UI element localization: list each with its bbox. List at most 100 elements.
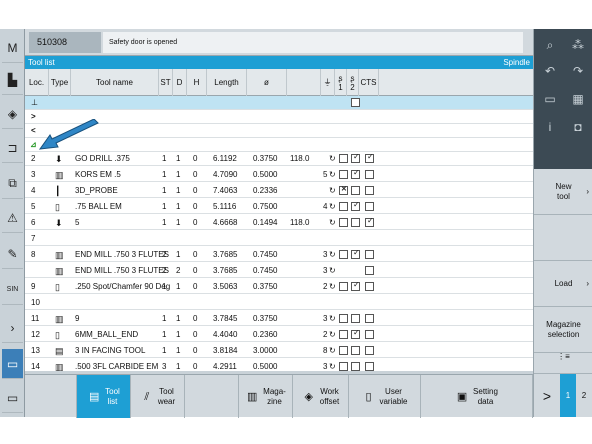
row-checkbox[interactable]: [351, 328, 360, 339]
chevron-right-icon: ›: [586, 278, 589, 288]
screenshot-icon[interactable]: ◘: [564, 113, 592, 141]
setting-data-button[interactable]: ▣ Setting data: [421, 375, 533, 418]
cts-checkbox[interactable]: [351, 98, 360, 107]
row-checkbox[interactable]: [365, 152, 374, 163]
row-checkbox[interactable]: [365, 314, 374, 323]
window-icon[interactable]: ▭: [536, 85, 564, 113]
row-checkbox[interactable]: [339, 314, 348, 323]
row-spindle-count: 3: [323, 362, 328, 371]
table-row[interactable]: 12 6MM_BALL_END 1 1 0 4.4040 0.2360 2 ▯ ↻: [25, 328, 533, 342]
row-length: 3.7685: [213, 266, 238, 275]
tool-list-button[interactable]: ▤ Tool list: [77, 375, 131, 418]
magazine-icon: ▥: [246, 390, 258, 403]
row-checkbox[interactable]: [365, 250, 374, 259]
table-row[interactable]: 3 KORS EM .5 1 1 0 4.7090 0.5000 5 ▥ ↻: [25, 168, 533, 182]
sort-button[interactable]: ⋮≡: [534, 341, 592, 374]
row-checkbox[interactable]: [339, 185, 348, 195]
row-checkbox[interactable]: [339, 218, 348, 227]
undo-icon[interactable]: ↶: [536, 57, 564, 85]
row-checkbox[interactable]: [351, 186, 360, 195]
row-checkbox[interactable]: [365, 362, 374, 371]
bracket-icon[interactable]: ⊐: [2, 133, 23, 163]
table-row[interactable]: 9.250 Spot/Chamfer 90 Deg 1 1 0 3.5063 0.3750…: [25, 280, 533, 294]
page-1-button[interactable]: 1: [560, 374, 576, 417]
row-checkbox[interactable]: [339, 346, 348, 355]
tool-wear-button[interactable]: ⫽ Tool wear: [131, 375, 185, 418]
row-checkbox[interactable]: [339, 250, 348, 259]
machine-icon[interactable]: M: [2, 33, 23, 63]
row-checkbox[interactable]: [351, 314, 360, 323]
new-tool-button[interactable]: New tool ›: [534, 169, 592, 215]
table-row[interactable]: 10: [25, 296, 533, 310]
col-spindle-2: ʂ2: [347, 69, 359, 96]
row-checkbox[interactable]: [339, 170, 348, 179]
warning-icon[interactable]: ⚠: [2, 203, 23, 233]
row-checkbox[interactable]: [351, 218, 360, 227]
row-diameter: 0.3750: [253, 314, 278, 323]
pattern-icon[interactable]: ⁂: [564, 31, 592, 59]
table-row[interactable]: 13 3 IN FACING TOOL 1 1 0 3.8184 3.0000 8 ▤ ↻: [25, 344, 533, 358]
chevron-icon[interactable]: ›: [2, 313, 23, 343]
redo-icon[interactable]: ↷: [564, 57, 592, 85]
table-row[interactable]: 8 END MILL .750 3 FLUTES 2 1 0 3.7685 0.7450 3 ▥…: [25, 248, 533, 262]
row-checkbox[interactable]: [339, 202, 348, 211]
work-offset-button[interactable]: ◈ Work offset: [293, 375, 349, 418]
row-checkbox[interactable]: [365, 282, 374, 291]
row-checkbox[interactable]: [351, 280, 360, 291]
row-checkbox[interactable]: [339, 362, 348, 371]
row-loc: 3: [31, 170, 36, 179]
row-loc: 9: [31, 282, 36, 291]
table-row[interactable]: 14.500 3FL CARBIDE EM 3 1 0 4.2911 0.5000 3 ▥ ↻: [25, 360, 533, 371]
window-icon[interactable]: ▭: [2, 349, 23, 379]
spindle-row[interactable]: ⊥: [25, 96, 533, 110]
magazine-button[interactable]: ▥ Maga- zine: [239, 375, 293, 418]
row-checkbox[interactable]: [365, 170, 374, 179]
table-row[interactable]: 2 GO DRILL .375 1 1 0 6.1192 0.3750 118.0 ⬇ ↻: [25, 152, 533, 166]
row-checkbox[interactable]: [351, 200, 360, 211]
row-checkbox[interactable]: [339, 154, 348, 163]
sinumerik-icon[interactable]: SIN: [2, 275, 23, 305]
row-checkbox[interactable]: [365, 330, 374, 339]
row-checkbox[interactable]: [351, 248, 360, 259]
row-checkbox[interactable]: [365, 216, 374, 227]
table-row[interactable]: 11 9 1 1 0 3.7845 0.3750 3 ▥ ↻: [25, 312, 533, 326]
wrench-icon[interactable]: ✎: [2, 239, 23, 269]
row-length: 3.7685: [213, 250, 238, 259]
program-icon[interactable]: ◈: [2, 99, 23, 129]
edit-icon[interactable]: ▙: [2, 65, 23, 95]
zoom-icon[interactable]: ⌕: [536, 31, 564, 59]
page-2-button[interactable]: 2: [576, 391, 592, 400]
row-checkbox[interactable]: [365, 266, 374, 275]
row-h: 0: [193, 202, 198, 211]
table-row[interactable]: END MILL .750 3 FLUTES 2 2 0 3.7685 0.7450 3 ▥ ↻: [25, 264, 533, 278]
rotation-icon: ↻: [329, 154, 336, 163]
table-row[interactable]: 4 3D_PROBE 1 1 0 7.4063 0.2336 ┃ ↻: [25, 184, 533, 198]
hsk-spacer: [25, 375, 77, 418]
row-checkbox[interactable]: [365, 202, 374, 211]
spindle-icon: ʂ: [338, 73, 343, 83]
table-row[interactable]: 6 5 1 1 0 4.6668 0.1494 118.0 ⬇ ↻: [25, 216, 533, 230]
row-checkbox[interactable]: [351, 168, 360, 179]
row-checkbox[interactable]: [339, 330, 348, 339]
row-checkbox[interactable]: [365, 346, 374, 355]
row-checkbox[interactable]: [351, 362, 360, 371]
sort-icon: ⋮≡: [557, 352, 570, 361]
load-button[interactable]: Load ›: [534, 261, 592, 307]
user-variable-button[interactable]: ▯ User variable: [349, 375, 421, 418]
row-tool-name: 6MM_BALL_END: [75, 330, 139, 339]
vsk-empty-1[interactable]: [534, 215, 592, 261]
empty-softkey[interactable]: [185, 375, 239, 418]
table-row[interactable]: 5 .75 BALL EM 1 1 0 5.1116 0.7500 4 ▯ ↻: [25, 200, 533, 214]
window2-icon[interactable]: ▭: [2, 383, 23, 413]
copy-icon[interactable]: ⧉: [2, 169, 23, 199]
table-row[interactable]: 7: [25, 232, 533, 246]
row-checkbox[interactable]: [351, 152, 360, 163]
row-spindle-count: 3: [323, 250, 328, 259]
info-icon[interactable]: i: [536, 113, 564, 141]
row-checkbox[interactable]: [365, 186, 374, 195]
calculator-icon[interactable]: ▦: [564, 85, 592, 113]
ball-tool-icon: ▯: [55, 202, 60, 212]
next-page-button[interactable]: >: [534, 388, 560, 404]
row-checkbox[interactable]: [351, 346, 360, 355]
row-checkbox[interactable]: [339, 282, 348, 291]
